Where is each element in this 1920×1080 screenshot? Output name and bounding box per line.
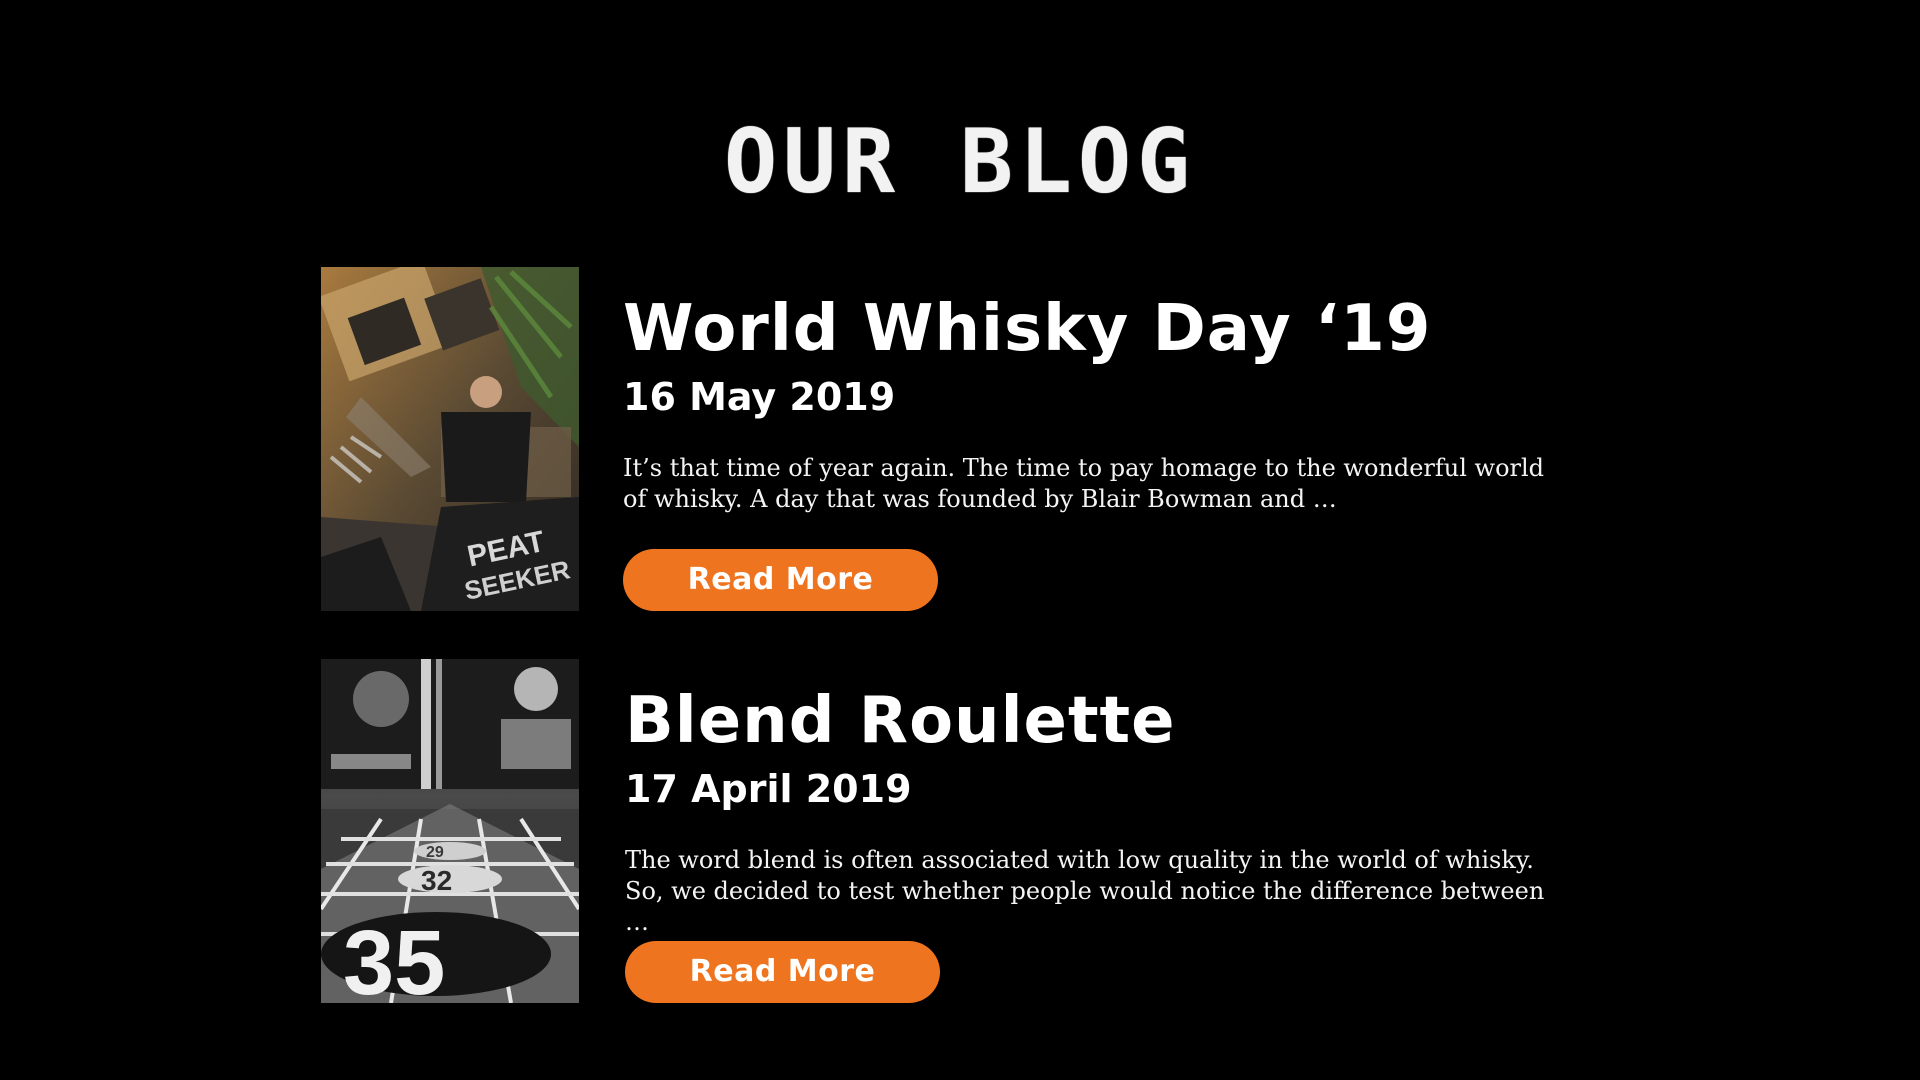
blog-post: PEAT SEEKER World Whisky Day ‘19 16 May … [321, 267, 1621, 611]
bar-photo: PEAT SEEKER [321, 267, 579, 611]
image-number-large: 35 [343, 912, 445, 1003]
page-title: OUR BLOG [724, 110, 1196, 213]
read-more-button[interactable]: Read More [623, 549, 938, 611]
post-date: 17 April 2019 [625, 767, 912, 811]
blog-post: 29 32 35 Blend Roulette 17 April 2019 Th… [321, 659, 1621, 1003]
image-number-mid: 32 [421, 865, 452, 896]
read-more-button[interactable]: Read More [625, 941, 940, 1003]
post-date: 16 May 2019 [623, 375, 896, 419]
post-thumbnail-image[interactable]: 29 32 35 [321, 659, 579, 1003]
post-title[interactable]: Blend Roulette [625, 683, 1176, 759]
post-excerpt: The word blend is often associated with … [625, 846, 1545, 936]
post-excerpt: It’s that time of year again. The time t… [623, 454, 1545, 513]
roulette-photo: 29 32 35 [321, 659, 579, 1003]
post-title[interactable]: World Whisky Day ‘19 [623, 291, 1431, 367]
image-number-small: 29 [426, 844, 444, 861]
post-thumbnail-image[interactable]: PEAT SEEKER [321, 267, 579, 611]
